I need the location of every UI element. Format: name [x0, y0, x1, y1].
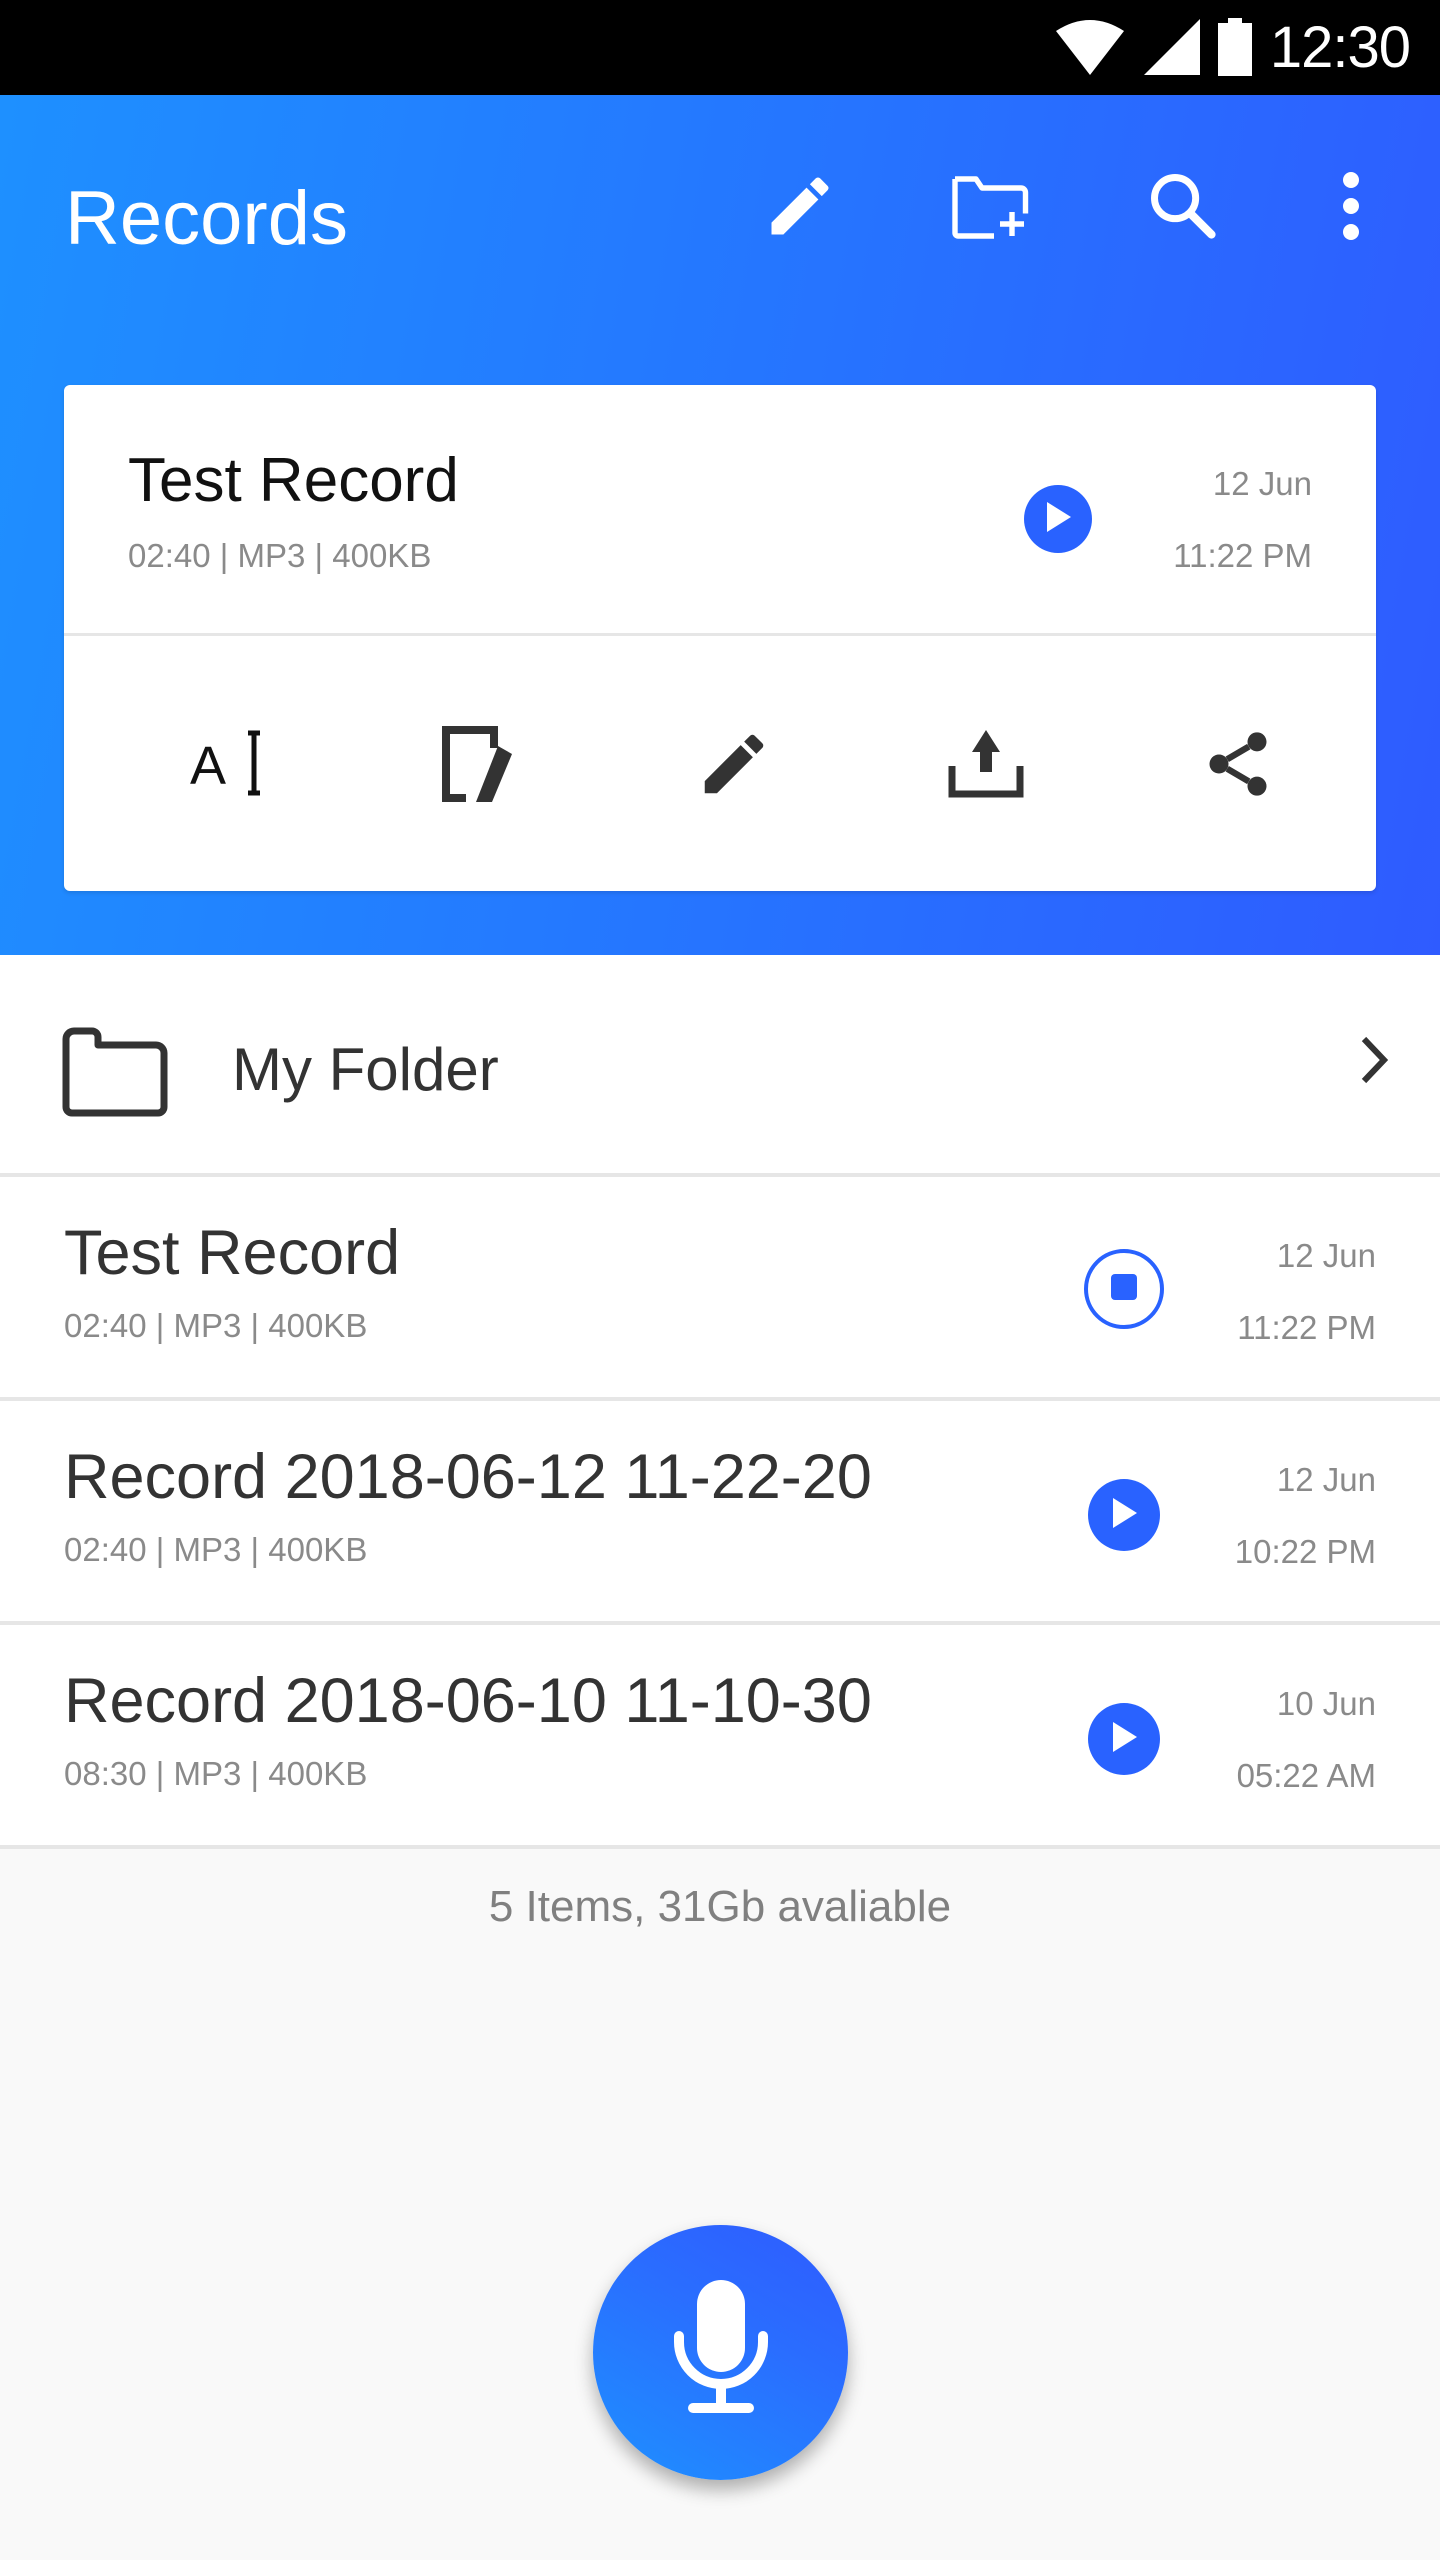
folder-label: My Folder: [232, 1036, 499, 1103]
record-row[interactable]: Record 2018-06-10 11-10-30 08:30 | MP3 |…: [0, 1625, 1440, 1849]
status-icons: 12:30: [1054, 14, 1411, 80]
pencil-icon: [762, 168, 838, 249]
edit-note-icon: [442, 725, 522, 807]
record-date: 10 Jun: [1276, 1685, 1376, 1722]
record-time: 05:22 AM: [1236, 1757, 1376, 1794]
page-title: Records: [65, 176, 348, 261]
microphone-icon: [673, 2280, 769, 2425]
record-time: 11:22 PM: [1237, 1309, 1376, 1346]
record-row[interactable]: Record 2018-06-12 11-22-20 02:40 | MP3 |…: [0, 1401, 1440, 1625]
play-button[interactable]: [1088, 1703, 1160, 1775]
app-header: Records Test Record 02:40 | MP3 | 400KB: [0, 95, 1440, 955]
selected-record-meta: 02:40 | MP3 | 400KB: [128, 537, 432, 574]
battery-icon: [1217, 18, 1252, 76]
share-button[interactable]: [1188, 716, 1288, 816]
record-meta: 02:40 | MP3 | 400KB: [64, 1531, 368, 1568]
status-bar: 12:30: [0, 0, 1440, 95]
cellular-signal-icon: [1143, 19, 1200, 75]
more-options-button[interactable]: [1306, 163, 1396, 253]
record-meta: 08:30 | MP3 | 400KB: [64, 1755, 368, 1792]
wifi-icon: [1054, 19, 1126, 75]
edit-button[interactable]: [755, 163, 845, 253]
record-title: Test Record: [64, 1218, 401, 1288]
record-date: 12 Jun: [1276, 1461, 1376, 1498]
selected-record-info[interactable]: Test Record 02:40 | MP3 | 400KB 12 Jun 1…: [64, 385, 1376, 633]
record-meta: 02:40 | MP3 | 400KB: [64, 1307, 368, 1344]
new-folder-button[interactable]: [946, 163, 1036, 253]
folder-plus-icon: [949, 168, 1033, 249]
storage-info: 5 Items, 31Gb avaliable: [488, 1882, 952, 1931]
selected-record-card: Test Record 02:40 | MP3 | 400KB 12 Jun 1…: [64, 385, 1376, 891]
play-button[interactable]: [1088, 1479, 1160, 1551]
play-icon: [1045, 501, 1071, 537]
edit-button-card[interactable]: [684, 716, 784, 816]
record-row[interactable]: Test Record 02:40 | MP3 | 400KB 12 Jun 1…: [0, 1177, 1440, 1401]
more-vertical-icon: [1339, 170, 1363, 247]
text-rename-icon: A: [190, 729, 270, 804]
play-icon: [1111, 1721, 1137, 1757]
play-icon: [1111, 1497, 1137, 1533]
folder-row[interactable]: My Folder: [0, 955, 1440, 1177]
edit-note-button[interactable]: [432, 716, 532, 816]
stop-icon: [1111, 1273, 1137, 1305]
upload-icon: [948, 729, 1024, 803]
record-button[interactable]: [593, 2225, 848, 2480]
stop-button[interactable]: [1084, 1249, 1164, 1329]
svg-text:A: A: [190, 736, 226, 796]
record-title: Record 2018-06-12 11-22-20: [64, 1442, 872, 1512]
selected-record-date: 12 Jun: [1212, 465, 1312, 502]
selected-record-time: 11:22 PM: [1173, 537, 1312, 574]
upload-button[interactable]: [936, 716, 1036, 816]
search-icon: [1145, 168, 1221, 249]
search-button[interactable]: [1138, 163, 1228, 253]
folder-icon: [62, 1027, 168, 1122]
status-time: 12:30: [1269, 14, 1411, 80]
selected-record-actions: A: [64, 636, 1376, 891]
rename-button[interactable]: A: [180, 716, 280, 816]
selected-record-title: Test Record: [128, 446, 459, 515]
chevron-right-icon: [1360, 1035, 1390, 1090]
record-time: 10:22 PM: [1234, 1533, 1376, 1570]
records-list: My Folder Test Record 02:40 | MP3 | 400K…: [0, 955, 1440, 1849]
record-title: Record 2018-06-10 11-10-30: [64, 1666, 872, 1736]
share-icon: [1200, 724, 1276, 809]
selected-record-play-button[interactable]: [1024, 485, 1092, 553]
record-date: 12 Jun: [1276, 1237, 1376, 1274]
pencil-icon: [695, 725, 773, 808]
